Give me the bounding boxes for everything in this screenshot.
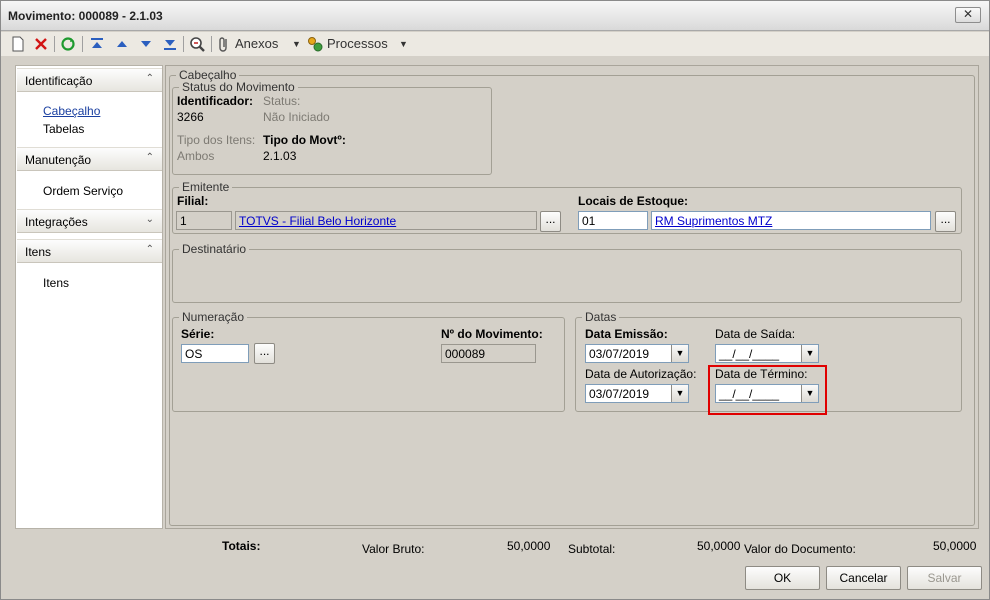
status-label: Status: [263, 94, 301, 108]
movement-no-label: Nº do Movimento: [441, 327, 543, 341]
recipient-legend: Destinatário [182, 242, 247, 256]
chevron-up-icon[interactable]: ⌃ [146, 244, 154, 255]
item-type-label: Tipo dos Itens: [177, 133, 256, 147]
attachments-button[interactable]: Anexos [235, 35, 278, 53]
issue-date-field[interactable]: 03/07/2019 ▼ [585, 344, 689, 363]
toolbar-separator [82, 36, 83, 52]
toolbar: Anexos ▼ Processos ▼ [1, 32, 989, 56]
numbering-legend: Numeração [182, 310, 245, 324]
identifier-label: Identificador: [177, 94, 254, 108]
sidebar-section-label: Itens [25, 245, 52, 259]
delete-icon[interactable] [34, 35, 48, 53]
subtotal-label: Subtotal: [568, 542, 616, 556]
new-document-icon[interactable] [11, 35, 25, 53]
processes-gear-icon [308, 37, 323, 52]
issuer-legend: Emitente [182, 180, 230, 194]
item-type-value: Ambos [177, 149, 215, 163]
sidebar-section-integracoes[interactable]: Integrações ⌄ [17, 209, 162, 233]
sidebar-section-label: Integrações [25, 215, 88, 229]
series-label: Série: [181, 327, 215, 341]
sidebar-section-itens[interactable]: Itens ⌃ [17, 239, 162, 263]
auth-date-value: 03/07/2019 [589, 387, 650, 401]
subtotal-value: 50,0000 [697, 539, 741, 553]
auth-date-field[interactable]: 03/07/2019 ▼ [585, 384, 689, 403]
last-record-icon[interactable] [162, 35, 178, 53]
series-field[interactable]: OS [181, 344, 249, 363]
sidebar-section-manutencao[interactable]: Manutenção ⌃ [17, 147, 162, 171]
movt-type-label: Tipo do Movtº: [263, 133, 346, 147]
issue-date-value: 03/07/2019 [589, 347, 650, 361]
sidebar-item-itens[interactable]: Itens [43, 276, 69, 290]
series-browse-button[interactable]: ... [254, 343, 275, 364]
branch-browse-button[interactable]: ... [540, 211, 561, 232]
toolbar-separator [211, 36, 212, 52]
end-date-highlight-box [708, 365, 827, 415]
content-panel: Cabeçalho Status do Movimento Identifica… [165, 65, 979, 529]
stock-label: Locais de Estoque: [578, 194, 689, 208]
identifier-value: 3266 [177, 110, 204, 124]
movt-type-value: 2.1.03 [263, 149, 297, 163]
window-title: Movimento: 000089 - 2.1.03 [8, 9, 163, 23]
sidebar: Identificação ⌃ Cabeçalho Tabelas Manute… [15, 65, 163, 529]
sidebar-section-identificacao[interactable]: Identificação ⌃ [17, 68, 162, 92]
sidebar-item-ordem-servico[interactable]: Ordem Serviço [43, 184, 123, 198]
document-value-label: Valor do Documento: [744, 542, 856, 556]
document-value: 50,0000 [933, 539, 977, 553]
save-button[interactable]: Salvar [907, 566, 982, 590]
chevron-up-icon[interactable]: ⌃ [146, 73, 154, 84]
chevron-down-icon[interactable]: ▼ [801, 345, 818, 362]
sidebar-item-cabecalho[interactable]: Cabeçalho [43, 104, 100, 118]
auth-date-label: Data de Autorização: [585, 367, 697, 381]
attachments-dropdown-icon[interactable]: ▼ [292, 35, 301, 53]
close-button[interactable]: ✕ [955, 7, 981, 23]
recipient-group: Destinatário [172, 242, 962, 303]
toolbar-separator [54, 36, 55, 52]
gross-value-label: Valor Bruto: [362, 542, 425, 556]
chevron-down-icon[interactable]: ▼ [671, 345, 688, 362]
status-legend: Status do Movimento [182, 80, 295, 94]
processes-dropdown-icon[interactable]: ▼ [399, 35, 408, 53]
search-icon[interactable] [189, 35, 206, 53]
title-bar: Movimento: 000089 - 2.1.03 ✕ [1, 1, 989, 31]
issue-date-label: Data Emissão: [585, 327, 668, 341]
dates-legend: Datas [585, 310, 617, 324]
sidebar-section-label: Identificação [25, 74, 93, 88]
next-record-icon[interactable] [138, 35, 154, 53]
exit-date-label: Data de Saída: [715, 327, 796, 341]
processes-button[interactable]: Processos [327, 35, 388, 53]
chevron-down-icon[interactable]: ⌄ [146, 214, 154, 225]
sidebar-item-tabelas[interactable]: Tabelas [43, 122, 84, 136]
exit-date-value: __/__/____ [719, 347, 780, 361]
gross-value: 50,0000 [507, 539, 551, 553]
branch-label: Filial: [177, 194, 209, 208]
movement-window: Movimento: 000089 - 2.1.03 ✕ Anexos ▼ Pr… [0, 0, 990, 600]
cancel-button[interactable]: Cancelar [826, 566, 901, 590]
branch-name-link[interactable]: TOTVS - Filial Belo Horizonte [235, 211, 537, 230]
stock-code-field[interactable]: 01 [578, 211, 648, 230]
first-record-icon[interactable] [89, 35, 105, 53]
toolbar-separator [183, 36, 184, 52]
chevron-up-icon[interactable]: ⌃ [146, 152, 154, 163]
ok-button[interactable]: OK [745, 566, 820, 590]
movement-no-field[interactable]: 000089 [441, 344, 536, 363]
chevron-down-icon[interactable]: ▼ [671, 385, 688, 402]
totals-label: Totais: [222, 539, 261, 553]
previous-record-icon[interactable] [114, 35, 130, 53]
refresh-icon[interactable] [60, 35, 76, 53]
stock-browse-button[interactable]: ... [935, 211, 956, 232]
sidebar-section-label: Manutenção [25, 153, 92, 167]
stock-name-link[interactable]: RM Suprimentos MTZ [651, 211, 931, 230]
exit-date-field[interactable]: __/__/____ ▼ [715, 344, 819, 363]
branch-code-field[interactable]: 1 [176, 211, 232, 230]
paperclip-icon [219, 37, 227, 52]
status-value: Não Iniciado [263, 110, 330, 124]
